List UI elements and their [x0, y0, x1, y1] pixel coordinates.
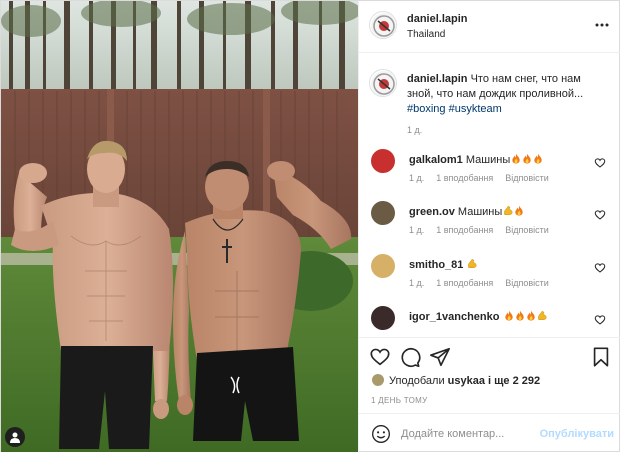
fire-emoji-icon	[504, 310, 513, 321]
post-location[interactable]: Thailand	[407, 29, 445, 40]
caption-avatar-image	[371, 71, 396, 96]
author-avatar-image	[371, 13, 396, 38]
commenter-avatar[interactable]	[371, 306, 395, 330]
likes-prefix: Уподобали	[389, 375, 445, 387]
comment-age[interactable]: 1 д.	[409, 173, 424, 183]
comment-age[interactable]: 1 д.	[409, 225, 424, 235]
user-icon	[10, 432, 20, 443]
fire-emoji-icon	[526, 310, 535, 321]
reply-button[interactable]: Відповісти	[505, 278, 549, 288]
caption-avatar[interactable]	[369, 69, 397, 97]
caption-age: 1 д.	[407, 125, 423, 135]
caption-username[interactable]: daniel.lapin	[407, 73, 468, 85]
save-bookmark-icon[interactable]	[590, 346, 612, 368]
post-sidebar: daniel.lapin Thailand daniel.lapin Что н…	[358, 1, 620, 452]
commenter-avatar[interactable]	[371, 149, 395, 173]
publish-button[interactable]: Опублікувати	[540, 428, 614, 440]
hashtag-usykteam[interactable]: #usykteam	[449, 103, 502, 115]
instagram-post: daniel.lapin Thailand daniel.lapin Что н…	[0, 0, 620, 452]
likes-count[interactable]: і ще 2 292	[488, 375, 540, 387]
fire-emoji-icon	[515, 310, 524, 321]
commenter-username[interactable]: smitho_81	[409, 259, 463, 271]
comment-like-heart-icon[interactable]	[594, 209, 606, 221]
liker-username[interactable]: usykaa	[448, 375, 485, 387]
fire-emoji-icon	[515, 205, 523, 216]
comment-text: Машины	[465, 154, 511, 166]
flexed-biceps-emoji-icon	[504, 206, 513, 215]
comment-item: green.ov Машины 1 д. 1 вподобання Відповіст…	[359, 201, 620, 247]
comment-meta: 1 д. 1 вподобання Відповісти	[409, 173, 561, 183]
comment-likes[interactable]: 1 вподобання	[436, 278, 493, 288]
post-header: daniel.lapin Thailand	[359, 1, 620, 53]
liker-avatar	[371, 373, 385, 387]
likes-summary[interactable]: Уподобали usykaa і ще 2 292	[371, 373, 540, 389]
like-heart-icon[interactable]	[369, 346, 391, 368]
comment-line: galkalom1 Машины	[409, 153, 543, 166]
post-photo[interactable]	[1, 1, 358, 452]
comment-text: Машины	[457, 206, 503, 218]
emoji-smile-icon[interactable]	[371, 424, 391, 444]
comment-input[interactable]	[401, 424, 531, 444]
comment-line: igor_1vanchenko	[409, 310, 547, 323]
comment-like-heart-icon[interactable]	[594, 314, 606, 326]
author-username[interactable]: daniel.lapin	[407, 13, 468, 25]
comment-like-heart-icon[interactable]	[594, 157, 606, 169]
comment-meta: 1 д. 1 вподобання Відповісти	[409, 225, 561, 235]
fire-emoji-icon	[534, 153, 542, 164]
photo-illustration	[1, 1, 358, 452]
comment-meta: 1 д. 1 вподобання Відповісти	[409, 278, 561, 288]
comment-likes[interactable]: 1 вподобання	[436, 173, 493, 183]
action-bar	[359, 337, 620, 377]
commenter-username[interactable]: green.ov	[409, 206, 455, 218]
commenter-username[interactable]: igor_1vanchenko	[409, 311, 499, 323]
comment-item: smitho_81 1 д. 1 вподобання Відповісти	[359, 254, 620, 300]
author-avatar[interactable]	[369, 11, 397, 39]
flexed-biceps-emoji-icon	[468, 259, 477, 268]
comment-likes[interactable]: 1 вподобання	[436, 225, 493, 235]
hashtag-boxing[interactable]: #boxing	[407, 103, 446, 115]
reply-button[interactable]: Відповісти	[505, 225, 549, 235]
share-icon[interactable]	[429, 346, 451, 368]
commenter-username[interactable]: galkalom1	[409, 154, 463, 166]
fire-emoji-icon	[512, 153, 520, 164]
add-comment-bar: Опублікувати	[359, 413, 620, 452]
post-timestamp[interactable]: 1 ДЕНЬ ТОМУ	[371, 396, 427, 405]
commenter-avatar[interactable]	[371, 254, 395, 278]
comment-line: smitho_81	[409, 258, 477, 271]
comment-line: green.ov Машины	[409, 205, 524, 218]
more-options-icon[interactable]	[594, 17, 610, 33]
comment-item: galkalom1 Машины 1 д. 1 вподобання Відповіс…	[359, 149, 620, 195]
reply-button[interactable]: Відповісти	[505, 173, 549, 183]
comment-age[interactable]: 1 д.	[409, 278, 424, 288]
flexed-biceps-emoji-icon	[537, 311, 547, 320]
tagged-user-button[interactable]	[5, 427, 25, 447]
comment-like-heart-icon[interactable]	[594, 262, 606, 274]
comment-icon[interactable]	[399, 346, 421, 368]
caption-text-block: daniel.lapin Что нам снег, что нам зной,…	[407, 72, 607, 117]
commenter-avatar[interactable]	[371, 201, 395, 225]
fire-emoji-icon	[523, 153, 531, 164]
